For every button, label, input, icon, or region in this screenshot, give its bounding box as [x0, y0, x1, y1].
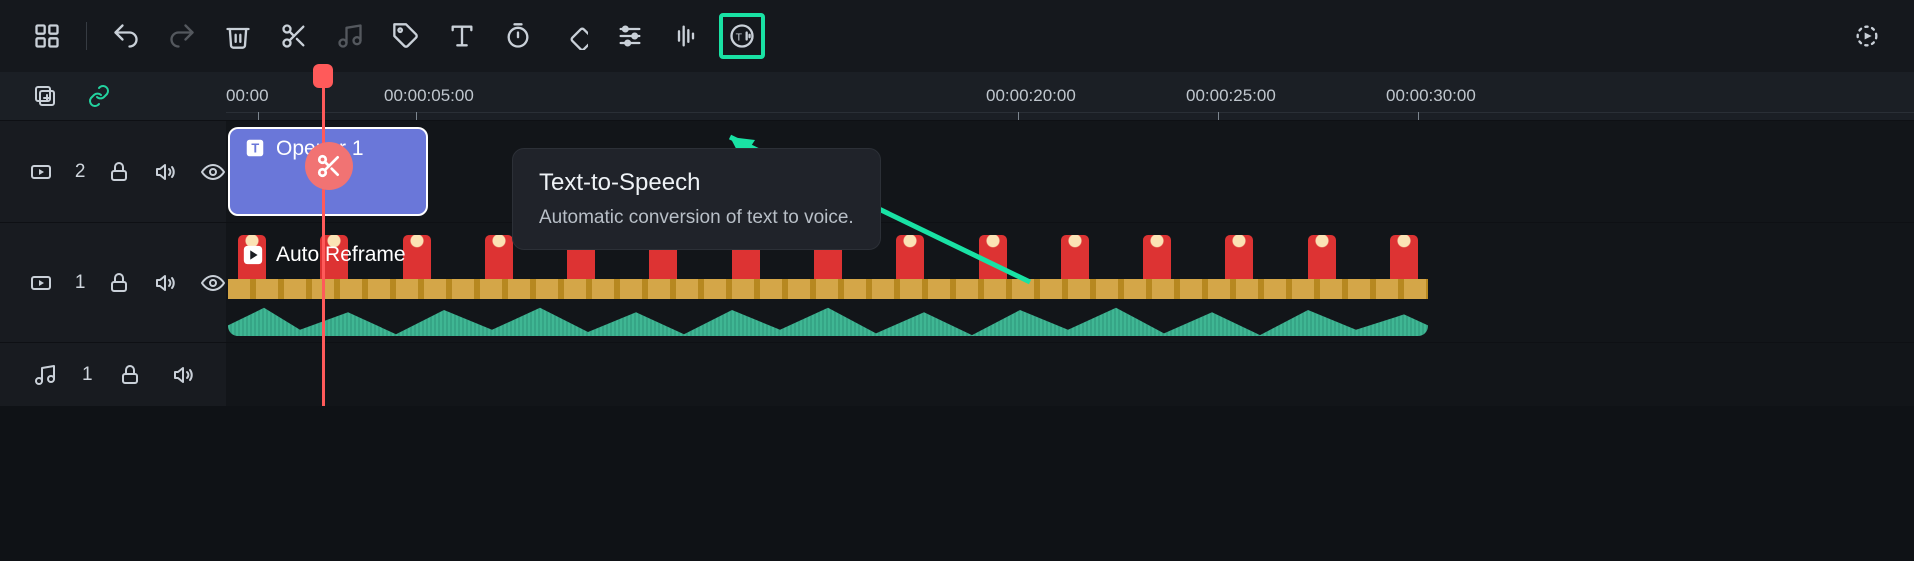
playhead[interactable]	[322, 72, 325, 406]
ruler-label: 00:00:25:00	[1186, 86, 1276, 106]
video-track-1: 1 Auto Reframe	[0, 222, 1914, 342]
sliders-icon[interactable]	[607, 13, 653, 59]
svg-text:T: T	[736, 32, 743, 44]
add-media-icon[interactable]	[28, 79, 62, 113]
undo-icon[interactable]	[103, 13, 149, 59]
tracks-panel: 00:00 00:00:05:00 00:00:20:00 00:00:25:0…	[0, 72, 1914, 406]
note-icon[interactable]	[327, 13, 373, 59]
link-icon[interactable]	[82, 79, 116, 113]
keyframe-icon[interactable]	[551, 13, 597, 59]
track-head: 2	[0, 121, 226, 222]
apps-icon[interactable]	[24, 13, 70, 59]
ruler-area[interactable]: 00:00 00:00:05:00 00:00:20:00 00:00:25:0…	[226, 72, 1914, 120]
ruler-label: 00:00	[226, 86, 269, 106]
lane-area[interactable]: T Opener 1	[226, 121, 1914, 222]
track-number: 2	[75, 161, 86, 183]
track-number: 1	[82, 364, 93, 386]
svg-text:T: T	[251, 141, 259, 156]
tag-icon[interactable]	[383, 13, 429, 59]
tts-icon[interactable]: T	[719, 13, 765, 59]
ruler-head	[0, 72, 226, 120]
text-icon[interactable]	[439, 13, 485, 59]
separator	[86, 22, 87, 50]
audio-track-icon	[28, 358, 62, 392]
ruler-label: 00:00:30:00	[1386, 86, 1476, 106]
lane-area[interactable]: Auto Reframe	[226, 223, 1914, 342]
trash-icon[interactable]	[215, 13, 261, 59]
redo-icon[interactable]	[159, 13, 205, 59]
video-track-icon	[28, 266, 55, 300]
tooltip-body: Automatic conversion of text to voice.	[539, 207, 854, 229]
track-head: 1	[0, 223, 226, 342]
timer-icon[interactable]	[495, 13, 541, 59]
main-toolbar: T	[0, 0, 1914, 72]
ruler-label: 00:00:20:00	[986, 86, 1076, 106]
tooltip-title: Text-to-Speech	[539, 169, 854, 197]
video-track-icon	[28, 155, 55, 189]
clip-label: Auto Reframe	[276, 243, 406, 267]
render-queue-icon[interactable]	[1844, 13, 1890, 59]
visibility-icon[interactable]	[199, 266, 226, 300]
lock-icon[interactable]	[105, 155, 132, 189]
track-head: 1	[0, 343, 226, 406]
mute-icon[interactable]	[152, 266, 179, 300]
audio-track-1: 1	[0, 342, 1914, 406]
clip-waveform	[228, 299, 1428, 336]
video-track-2: 2 T Opener 1	[0, 120, 1914, 222]
clip-numbers-strip	[228, 279, 1428, 299]
visibility-icon[interactable]	[199, 155, 226, 189]
lane-area[interactable]	[226, 343, 1914, 406]
ruler-label: 00:00:05:00	[384, 86, 474, 106]
time-ruler[interactable]: 00:00 00:00:05:00 00:00:20:00 00:00:25:0…	[226, 72, 1914, 120]
mute-icon[interactable]	[152, 155, 179, 189]
ruler-row: 00:00 00:00:05:00 00:00:20:00 00:00:25:0…	[0, 72, 1914, 120]
lock-icon[interactable]	[105, 266, 132, 300]
scissors-icon[interactable]	[271, 13, 317, 59]
audio-settings-icon[interactable]	[663, 13, 709, 59]
lock-icon[interactable]	[113, 358, 147, 392]
track-number: 1	[75, 272, 86, 294]
tts-tooltip: Text-to-Speech Automatic conversion of t…	[512, 148, 881, 250]
mute-icon[interactable]	[167, 358, 201, 392]
cut-badge-icon[interactable]	[305, 142, 353, 190]
